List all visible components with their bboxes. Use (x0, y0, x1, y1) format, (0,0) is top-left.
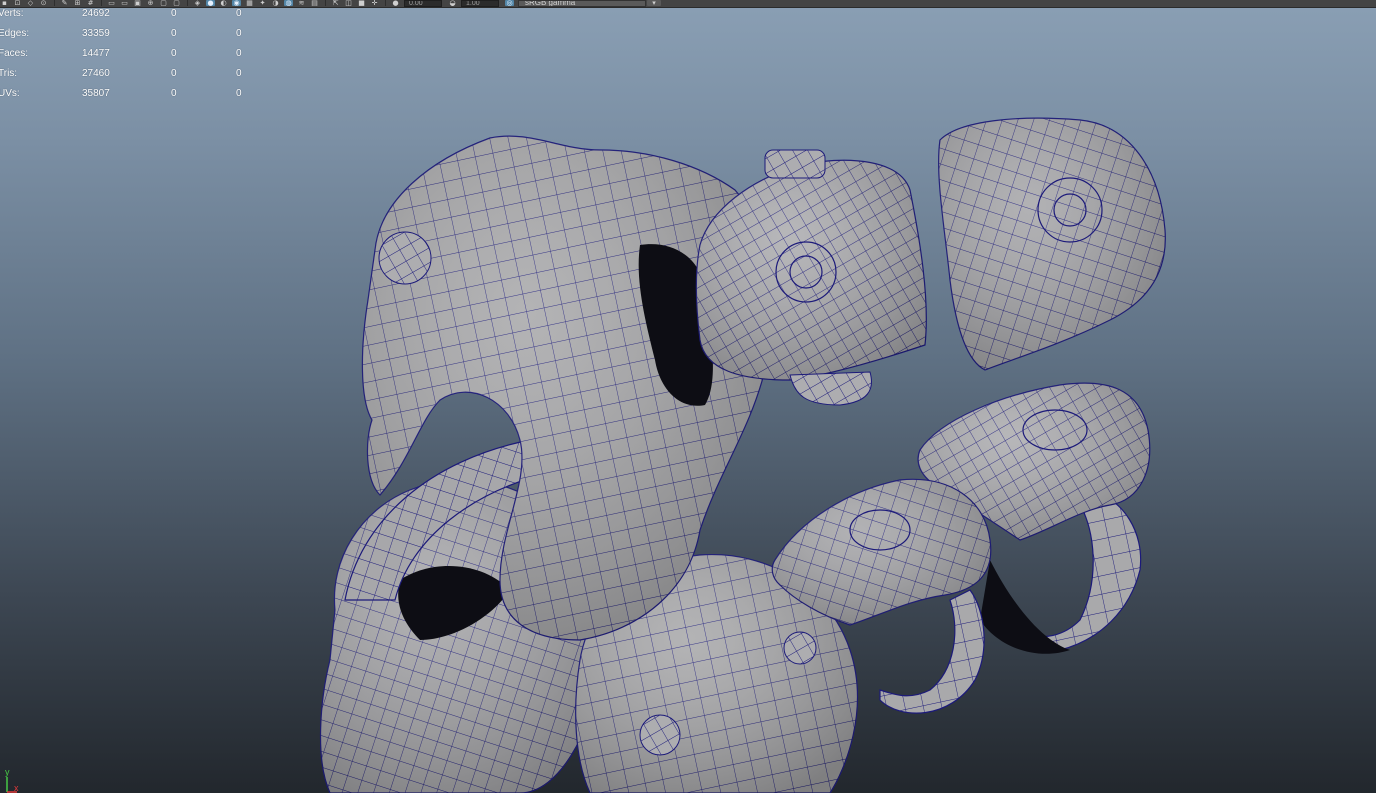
robot-mesh[interactable] (0, 0, 1376, 793)
3d-viewport[interactable]: ▪ ⊡ ◇ ⊙ ✎ ⊞ # ▭ ▭ ▣ ⊕ ▢ ▢ ◈ ● ◐ ◉ ▦ ✦ ◑ … (0, 0, 1376, 793)
y-axis-label: y (5, 767, 10, 777)
view-axis-gizmo: y x (5, 767, 19, 793)
arm-pad-upper-mesh[interactable] (938, 117, 1166, 371)
x-axis-label: x (14, 783, 19, 793)
